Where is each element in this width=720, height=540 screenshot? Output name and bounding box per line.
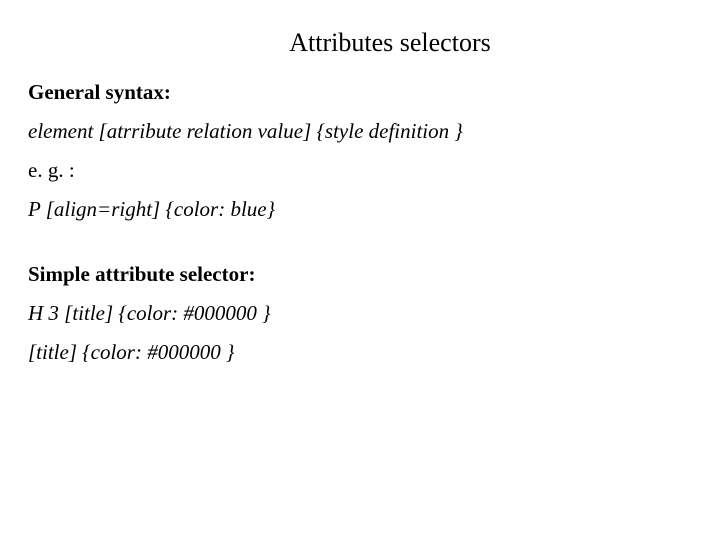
eg-label: e. g. : bbox=[28, 158, 692, 183]
example-3: [title] {color: #000000 } bbox=[28, 340, 692, 365]
page-title: Attributes selectors bbox=[28, 28, 692, 58]
syntax-template: element [atrribute relation value] {styl… bbox=[28, 119, 692, 144]
example-2: H 3 [title] {color: #000000 } bbox=[28, 301, 692, 326]
simple-attribute-selector-label: Simple attribute selector: bbox=[28, 262, 692, 287]
general-syntax-label: General syntax: bbox=[28, 80, 692, 105]
example-1: P [align=right] {color: blue} bbox=[28, 197, 692, 222]
